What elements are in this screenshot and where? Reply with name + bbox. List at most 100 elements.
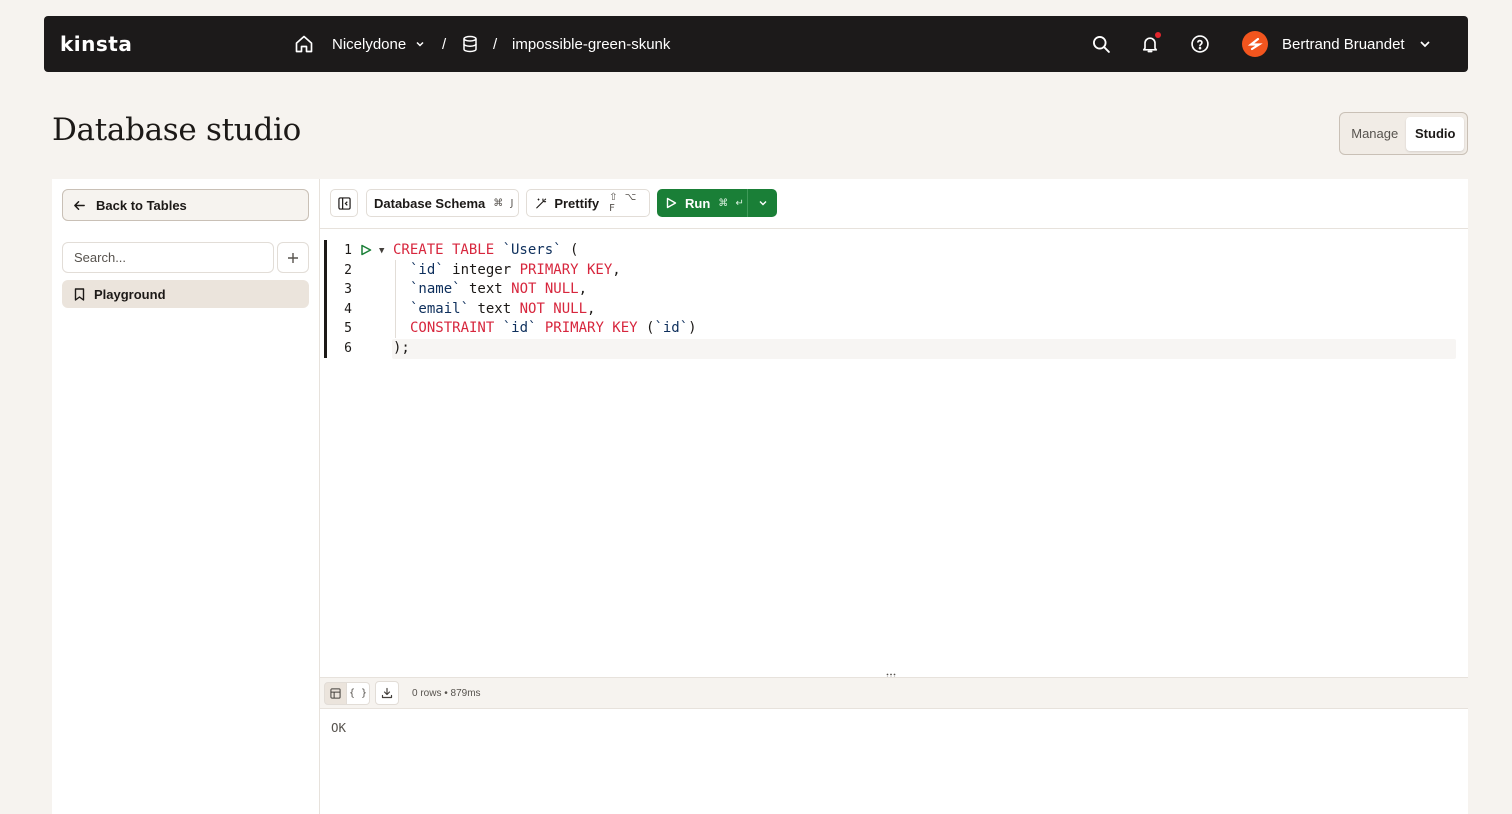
fold-toggle-icon[interactable]: ▼ xyxy=(379,246,384,256)
line-number: 5 xyxy=(344,321,352,337)
magic-wand-icon xyxy=(536,198,547,208)
results-output: OK xyxy=(331,720,347,735)
sql-text: ( xyxy=(561,242,579,258)
sidebar-item-playground[interactable]: Playground xyxy=(62,280,309,308)
toggle-sidebar-button[interactable] xyxy=(330,189,358,217)
kinsta-logo[interactable]: kinsta xyxy=(60,32,132,56)
chevron-down-icon xyxy=(1419,41,1430,48)
company-name: Nicelydone xyxy=(332,35,407,53)
back-button-label: Back to Tables xyxy=(96,197,187,213)
search-icon[interactable] xyxy=(1091,34,1111,54)
indent-guide xyxy=(395,260,396,338)
page-title: Database studio xyxy=(52,112,301,148)
view-toggle: Manage Studio xyxy=(1339,112,1468,155)
sql-text: , xyxy=(612,261,621,278)
studio-panel: Back to Tables Playground Database Schem… xyxy=(52,179,1468,814)
sql-keyword: NOT NULL xyxy=(511,281,579,298)
download-button[interactable] xyxy=(375,681,399,705)
code-line: `id` integer PRIMARY KEY, xyxy=(410,261,621,281)
line-number: 6 xyxy=(344,341,352,356)
user-avatar[interactable] xyxy=(1242,31,1268,57)
sql-text: ) xyxy=(688,320,697,337)
editor-toolbar: Database Schema ⌘ J Prettify ⇧ ⌥ F Run ⌘… xyxy=(320,179,1468,229)
plus-icon xyxy=(288,252,298,263)
breadcrumb-separator: / xyxy=(442,35,447,53)
line-number: 3 xyxy=(344,282,352,298)
sql-identifier: `id` xyxy=(654,320,689,337)
sidebar-item-label: Playground xyxy=(94,286,166,302)
bookmark-icon xyxy=(74,287,85,301)
results-meta: 0 rows • 879ms xyxy=(412,687,481,699)
sql-text: text xyxy=(460,281,512,298)
code-line: CREATE TABLE `Users` ( xyxy=(393,241,578,261)
line-number: 2 xyxy=(344,262,352,278)
manage-tab[interactable]: Manage xyxy=(1343,117,1406,151)
download-icon xyxy=(381,687,393,699)
code-line: ); xyxy=(393,339,410,359)
sql-keyword: PRIMARY KEY xyxy=(544,320,638,337)
json-view-tab[interactable]: { } xyxy=(347,682,370,705)
search-field xyxy=(62,242,274,273)
database-schema-button[interactable]: Database Schema ⌘ J xyxy=(366,189,519,217)
run-shortcut: ⌘ ↵ xyxy=(718,197,746,209)
sql-identifier: `email` xyxy=(410,300,470,317)
schema-shortcut: ⌘ J xyxy=(493,197,516,209)
sql-keyword: PRIMARY KEY xyxy=(519,261,613,278)
schema-label: Database Schema xyxy=(374,195,486,211)
sql-identifier: `name` xyxy=(410,281,461,298)
search-input[interactable] xyxy=(74,250,264,265)
studio-tab[interactable]: Studio xyxy=(1406,116,1464,151)
play-icon xyxy=(666,197,677,209)
run-statement-icon[interactable] xyxy=(360,244,372,256)
user-menu[interactable]: Bertrand Bruandet xyxy=(1282,16,1431,72)
chevron-down-icon xyxy=(416,41,424,47)
sidebar: Back to Tables Playground xyxy=(52,179,320,814)
run-label: Run xyxy=(685,195,711,211)
code-line: `name` text NOT NULL, xyxy=(410,280,587,300)
code-line: `email` text NOT NULL, xyxy=(410,300,595,320)
sql-text: text xyxy=(469,300,520,317)
help-icon[interactable] xyxy=(1190,34,1210,54)
sql-identifier: `id` xyxy=(502,320,537,337)
breadcrumb-separator: / xyxy=(493,35,498,53)
prettify-shortcut: ⇧ ⌥ F xyxy=(609,192,639,214)
line-number: 4 xyxy=(344,301,352,317)
code-line: CONSTRAINT `id` PRIMARY KEY (`id`) xyxy=(410,319,697,339)
sql-text: ); xyxy=(393,340,410,356)
chevron-down-icon xyxy=(759,201,766,206)
sql-keyword: CREATE TABLE xyxy=(393,242,503,258)
sql-keyword: NOT NULL xyxy=(519,300,588,317)
company-switcher[interactable]: Nicelydone xyxy=(332,16,425,72)
table-view-tab[interactable] xyxy=(324,682,347,705)
back-to-tables-button[interactable]: Back to Tables xyxy=(62,189,309,221)
prettify-button[interactable]: Prettify ⇧ ⌥ F xyxy=(526,189,650,217)
run-options-button[interactable] xyxy=(748,189,777,217)
results-toolbar: { } 0 rows • 879ms xyxy=(320,677,1468,709)
line-number: 1 xyxy=(344,243,352,258)
add-query-button[interactable] xyxy=(277,242,309,273)
user-name: Bertrand Bruandet xyxy=(1282,35,1405,53)
sql-text: ( xyxy=(637,320,655,337)
sidebar-collapse-icon xyxy=(337,196,351,210)
sql-keyword: CONSTRAINT xyxy=(410,320,503,337)
active-statement-marker xyxy=(324,240,327,358)
arrow-left-icon xyxy=(74,200,85,210)
table-icon xyxy=(330,688,341,699)
database-icon[interactable] xyxy=(461,16,479,72)
notification-dot xyxy=(1155,32,1161,38)
sql-identifier: `Users` xyxy=(502,242,562,258)
sql-identifier: `id` xyxy=(410,261,444,278)
sql-text: , xyxy=(578,281,588,298)
home-icon[interactable] xyxy=(294,16,314,72)
top-navigation-bar: kinsta Nicelydone / / impossible-green-s… xyxy=(44,16,1468,72)
run-button[interactable]: Run ⌘ ↵ xyxy=(657,189,748,217)
database-name[interactable]: impossible-green-skunk xyxy=(512,16,670,72)
editor-area: Database Schema ⌘ J Prettify ⇧ ⌥ F Run ⌘… xyxy=(320,179,1468,814)
prettify-label: Prettify xyxy=(554,195,600,211)
sql-text: integer xyxy=(443,261,520,278)
sql-editor[interactable]: ▼ 1 CREATE TABLE `Users` (2 `id` integer P… xyxy=(320,229,1468,677)
sql-text: , xyxy=(587,300,596,317)
active-line-highlight xyxy=(392,339,1456,359)
run-button-group: Run ⌘ ↵ xyxy=(657,189,777,217)
